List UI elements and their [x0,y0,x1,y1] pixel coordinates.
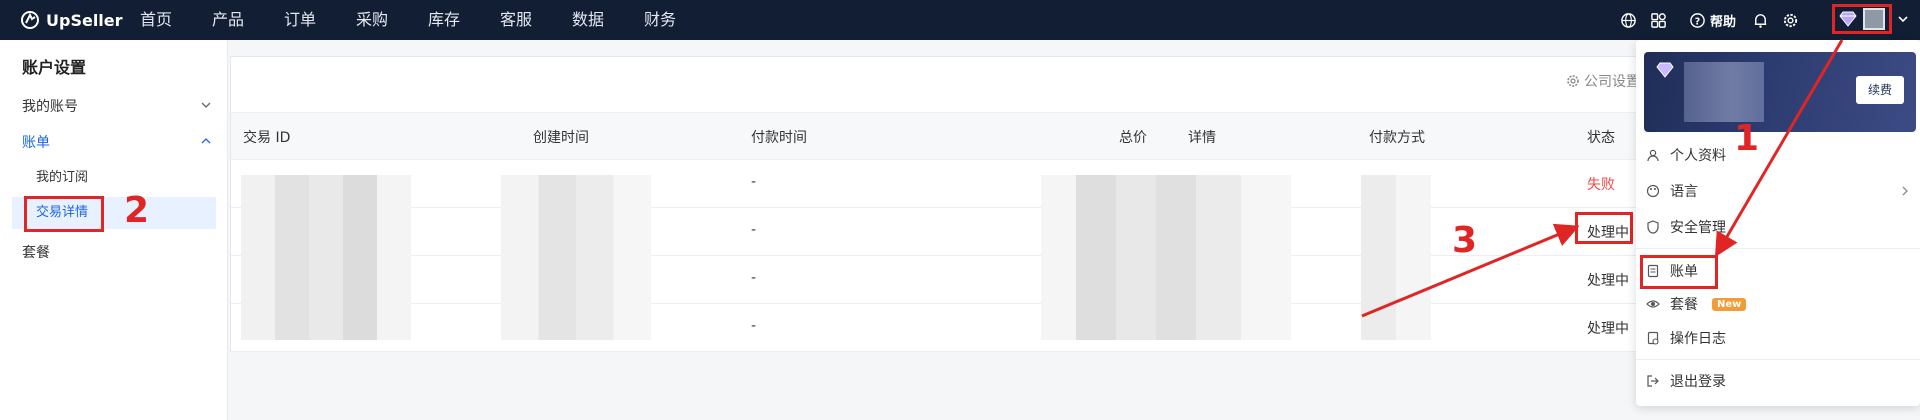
column-header-status: 状态 [1587,130,1615,146]
nav-item-inventory[interactable]: 库存 [428,0,500,40]
menu-item-label: 个人资料 [1670,148,1726,164]
company-settings-button[interactable]: 公司设置 [1566,71,1640,91]
nav-item-finance[interactable]: 财务 [644,0,716,40]
help-button[interactable]: ? 帮助 [1689,11,1736,30]
column-header-total-price: 总价 [1119,130,1147,146]
sidebar-item-label: 我的账号 [22,99,78,115]
redacted-prices-details [1041,175,1291,340]
bell-icon[interactable] [1750,10,1770,30]
menu-item-language[interactable]: 语言 [1646,176,1910,206]
redacted-created-times [501,175,651,340]
status-cell: 处理中 [1587,321,1629,337]
highlight-box-billing-menu-item [1640,255,1718,289]
nav-item-data[interactable]: 数据 [572,0,644,40]
shield-icon [1647,220,1659,234]
menu-divider [1636,248,1920,249]
chevron-down-icon [201,102,211,108]
gear-icon[interactable] [1780,10,1800,30]
menu-item-label: 语言 [1670,184,1698,200]
sidebar-title: 账户设置 [22,58,87,77]
avatar [1863,8,1885,30]
sidebar-item-plan[interactable]: 套餐 [22,242,212,262]
table-row[interactable]: - 处理中 [231,304,1651,352]
table-row[interactable]: - 失败 [231,160,1651,208]
company-settings-label: 公司设置 [1584,74,1640,90]
diamond-icon [1839,11,1857,27]
gear-icon [1567,75,1579,87]
question-circle-icon: ? [1690,12,1705,28]
menu-item-security[interactable]: 安全管理 [1646,212,1910,242]
nav-item-orders[interactable]: 订单 [284,0,356,40]
highlight-box-processing-status [1575,212,1633,244]
highlight-box-transaction-details [24,196,104,232]
sidebar-item-billing[interactable]: 账单 [22,132,212,152]
status-cell: 处理中 [1587,273,1629,289]
annotation-number-3: 3 [1452,220,1478,261]
payment-time-cell: - [751,318,757,334]
status-cell: 失败 [1587,177,1615,193]
upseller-logo[interactable]: UpSeller [20,8,123,32]
nav-item-customer-service[interactable]: 客服 [500,0,572,40]
nav-item-home[interactable]: 首页 [140,0,212,40]
table-row[interactable]: - 处理中 [231,256,1651,304]
sidebar-item-label: 套餐 [22,245,50,261]
svg-text:?: ? [1695,16,1700,27]
apps-grid-icon[interactable] [1649,10,1669,30]
menu-item-operation-log[interactable]: 操作日志 [1646,323,1910,353]
column-header-payment-method: 付款方式 [1369,130,1425,146]
plan-card: 续费 [1644,52,1916,132]
account-menu-trigger[interactable] [1832,4,1892,34]
palette-icon [1646,184,1660,198]
sidebar-item-my-account[interactable]: 我的账号 [22,96,212,116]
payment-time-cell: - [751,174,757,190]
menu-item-plan[interactable]: 套餐 New [1646,289,1910,319]
menu-divider [1636,359,1920,360]
redacted-payment-methods [1361,175,1431,340]
column-header-details: 详情 [1188,130,1216,146]
redacted-transaction-ids [241,175,411,340]
sidebar-subitem-my-subscription[interactable]: 我的订阅 [12,162,216,194]
diamond-icon [1656,62,1674,78]
sidebar-item-label: 账单 [22,135,50,151]
redacted-plan-info [1684,62,1764,122]
menu-item-label: 操作日志 [1670,331,1726,347]
chevron-up-icon [201,138,211,144]
annotation-number-2: 2 [124,190,150,231]
log-icon [1647,331,1659,345]
nav-item-products[interactable]: 产品 [212,0,284,40]
account-dropdown-menu: 续费 个人资料 语言 安全管理 账单 套餐 New 操作日志 退出登录 [1636,40,1920,406]
transactions-card: 公司设置 交易 ID 创建时间 付款时间 总价 详情 付款方式 状态 - 失败 … [230,56,1651,352]
renew-button[interactable]: 续费 [1856,76,1904,104]
nav-item-purchase[interactable]: 采购 [356,0,428,40]
payment-time-cell: - [751,222,757,238]
header-actions: ? 帮助 [1609,0,1800,40]
main-nav: 首页 产品 订单 采购 库存 客服 数据 财务 [140,0,716,40]
table-row[interactable]: - 处理中 [231,208,1651,256]
user-icon [1647,149,1659,162]
payment-time-cell: - [751,270,757,286]
menu-item-profile[interactable]: 个人资料 [1646,140,1910,170]
eye-icon [1646,300,1660,308]
brand-name: UpSeller [46,10,123,30]
help-label: 帮助 [1709,14,1736,30]
column-header-payment-time: 付款时间 [751,130,807,146]
menu-item-logout[interactable]: 退出登录 [1646,366,1910,396]
logout-icon [1647,375,1659,387]
annotation-number-1: 1 [1734,118,1760,159]
chevron-down-icon[interactable] [1896,12,1910,26]
menu-item-label: 退出登录 [1670,374,1726,390]
column-header-transaction-id: 交易 ID [243,130,291,146]
globe-icon[interactable] [1619,10,1639,30]
menu-item-label: 安全管理 [1670,220,1726,236]
upseller-logo-icon [21,11,39,29]
chevron-right-icon [1902,186,1908,196]
new-badge: New [1712,297,1747,311]
column-header-created-time: 创建时间 [533,130,589,146]
menu-item-label: 套餐 [1670,297,1698,313]
top-nav-bar: UpSeller 首页 产品 订单 采购 库存 客服 数据 财务 ? 帮助 [0,0,1920,40]
table-header: 交易 ID 创建时间 付款时间 总价 详情 付款方式 状态 [231,112,1651,160]
